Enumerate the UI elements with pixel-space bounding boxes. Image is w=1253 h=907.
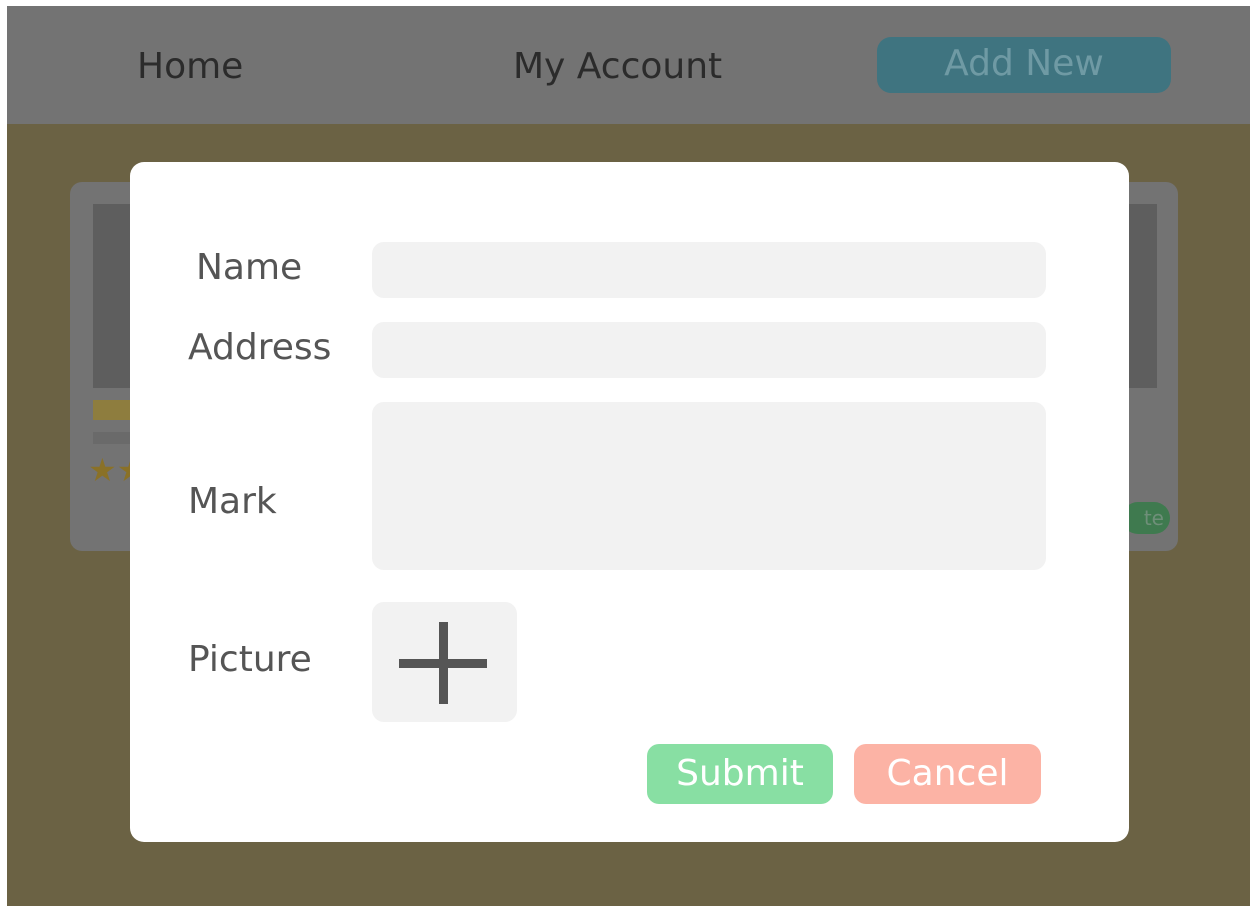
mark-label: Mark xyxy=(188,481,277,522)
add-new-button[interactable]: Add New xyxy=(877,37,1171,93)
nav-home-link[interactable]: Home xyxy=(137,44,243,90)
top-navbar: Home My Account Add New xyxy=(7,6,1250,124)
picture-label: Picture xyxy=(188,639,312,680)
mark-textarea[interactable] xyxy=(372,402,1046,570)
cancel-button[interactable]: Cancel xyxy=(854,744,1041,804)
add-new-modal: Name Address Mark Picture Submit Cancel xyxy=(130,162,1129,842)
app-window: Home My Account Add New ★★ te Name Addre… xyxy=(7,6,1250,906)
picture-upload-button[interactable] xyxy=(372,602,517,722)
name-input[interactable] xyxy=(372,242,1046,298)
nav-my-account-link[interactable]: My Account xyxy=(513,44,722,90)
address-label: Address xyxy=(188,327,332,368)
address-input[interactable] xyxy=(372,322,1046,378)
plus-icon xyxy=(399,622,489,704)
submit-button[interactable]: Submit xyxy=(647,744,833,804)
background-card-badge: te xyxy=(1122,502,1170,534)
name-label: Name xyxy=(196,247,303,288)
